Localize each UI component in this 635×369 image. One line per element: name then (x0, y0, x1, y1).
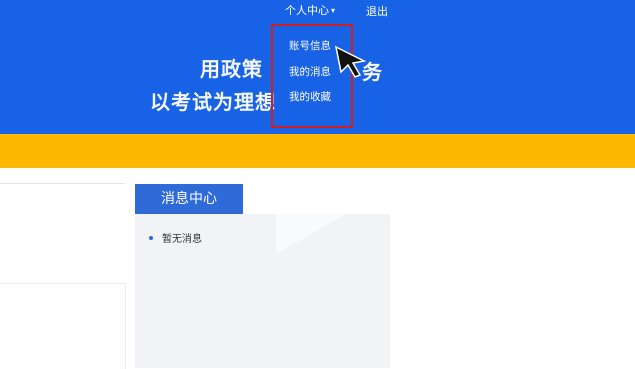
left-content-panel-lower (0, 283, 126, 369)
accent-band (0, 134, 635, 168)
dropdown-item-my-favorites[interactable]: 我的收藏 (289, 89, 331, 104)
message-item-text: 暂无消息 (162, 234, 202, 245)
header-banner: 用政策 务 以考试为理想 个人中心 ▾ 退出 账号信息 我的消息 我的收藏 (0, 0, 635, 134)
mouse-cursor-icon (334, 45, 367, 78)
user-center-label[interactable]: 个人中心 (285, 2, 329, 18)
user-center-menu[interactable]: 个人中心 ▾ (285, 2, 335, 18)
chevron-down-icon: ▾ (331, 6, 336, 15)
tab-message-center[interactable]: 消息中心 (135, 184, 243, 214)
dropdown-item-account-info[interactable]: 账号信息 (289, 38, 331, 53)
bullet-icon (149, 236, 153, 240)
list-item: 暂无消息 (149, 230, 202, 245)
left-content-panel (0, 183, 125, 284)
dropdown-item-my-messages[interactable]: 我的消息 (289, 64, 331, 79)
banner-title-fragment (205, 0, 505, 6)
slogan-line-2: 以考试为理想 (150, 90, 276, 114)
slogan-line-1: 用政策 (200, 57, 263, 81)
logout-link[interactable]: 退出 (366, 3, 388, 19)
play-icon (276, 214, 346, 254)
